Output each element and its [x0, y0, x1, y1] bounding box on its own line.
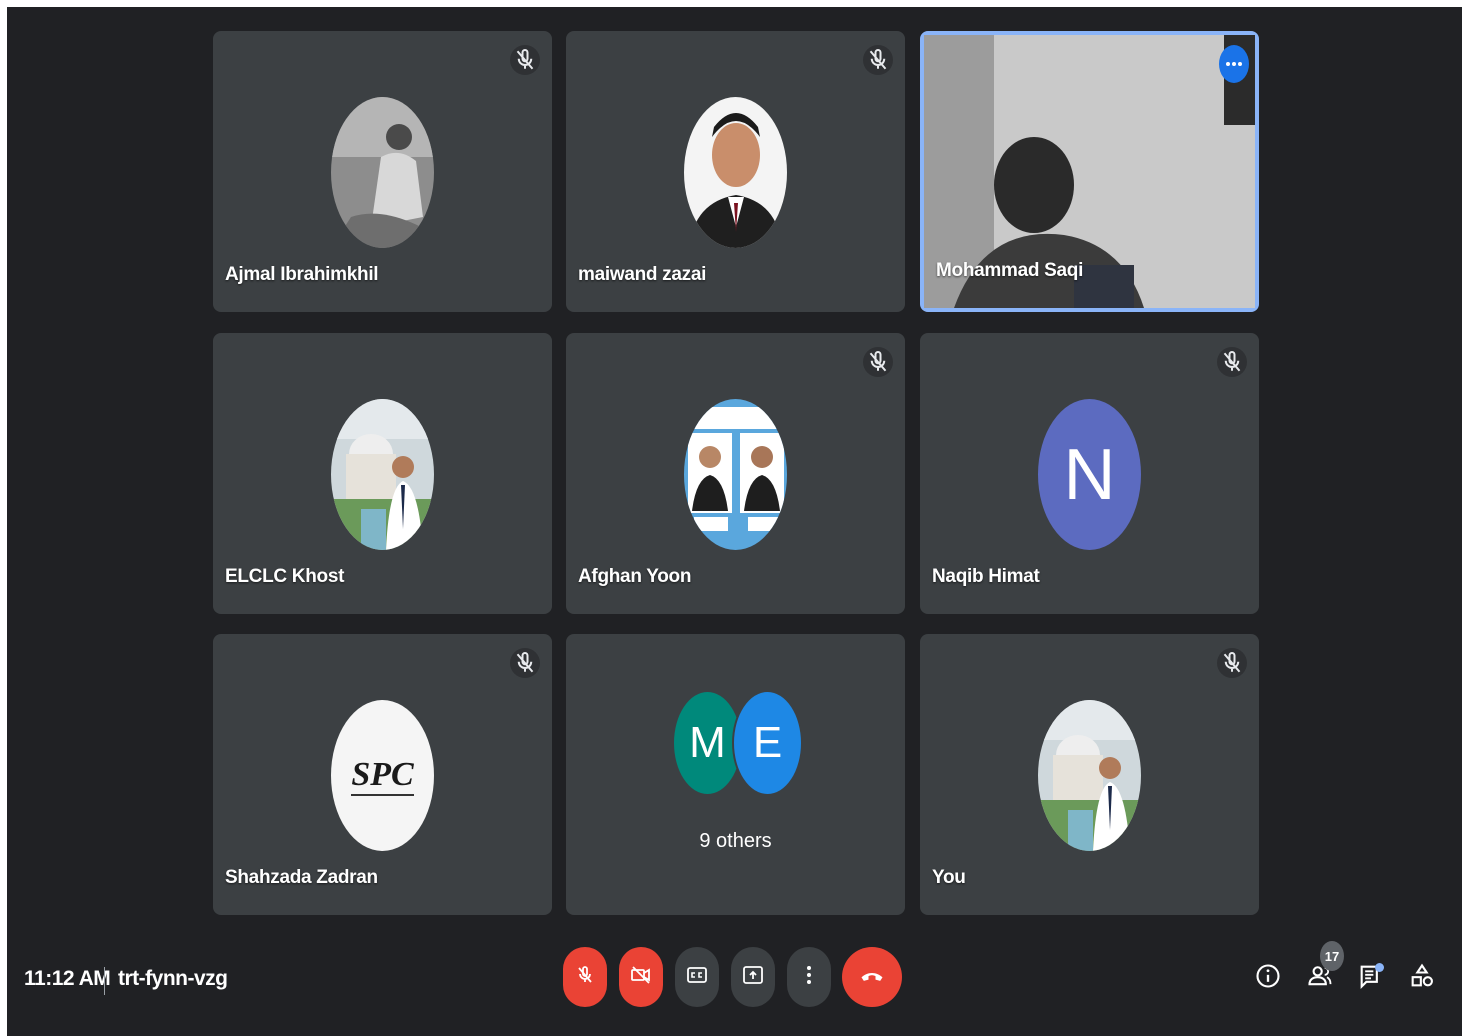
- more-options-button[interactable]: [787, 947, 831, 1007]
- others-tile[interactable]: M E 9 others: [566, 634, 905, 915]
- initial-avatar-m: M: [674, 692, 741, 794]
- camera-off-icon: [629, 963, 653, 992]
- activities-button[interactable]: [1405, 961, 1439, 995]
- participant-name: Ajmal Ibrahimkhil: [225, 264, 379, 285]
- meeting-details-button[interactable]: [1251, 961, 1285, 995]
- leave-call-button[interactable]: [842, 947, 902, 1007]
- meeting-code: trt-fynn-vzg: [118, 967, 228, 990]
- participant-name: Shahzada Zadran: [225, 867, 378, 888]
- participant-name: Mohammad Saqi: [936, 260, 1084, 281]
- mic-toggle-button[interactable]: [563, 947, 607, 1007]
- avatar: [1038, 700, 1141, 851]
- mic-off-icon: [1217, 648, 1247, 678]
- participant-tile[interactable]: N Naqib Himat: [920, 333, 1259, 614]
- mic-off-icon: [1217, 347, 1247, 377]
- participant-name: You: [932, 867, 966, 888]
- participant-name: maiwand zazai: [578, 264, 707, 285]
- others-count-label: 9 others: [699, 830, 772, 852]
- info-icon: [1254, 962, 1282, 995]
- mic-off-icon: [573, 963, 597, 992]
- participant-name: ELCLC Khost: [225, 566, 345, 587]
- meeting-controls-bar: 11:12 AM trt-fynn-vzg 17: [7, 941, 1462, 1007]
- participant-name: Afghan Yoon: [578, 566, 692, 587]
- camera-toggle-button[interactable]: [619, 947, 663, 1007]
- avatar: SPC: [331, 700, 434, 851]
- present-icon: [741, 963, 765, 992]
- mic-off-icon: [510, 45, 540, 75]
- avatar: [684, 399, 787, 550]
- participant-tile[interactable]: Ajmal Ibrahimkhil: [213, 31, 552, 312]
- mic-off-icon: [863, 45, 893, 75]
- initial-avatar: N: [1038, 399, 1141, 550]
- participant-tile[interactable]: SPC Shahzada Zadran: [213, 634, 552, 915]
- participant-tile-active-speaker[interactable]: Mohammad Saqi: [920, 31, 1259, 312]
- captions-button[interactable]: [675, 947, 719, 1007]
- meeting-stage: Ajmal Ibrahimkhil maiwand zazai Mohammad…: [7, 7, 1462, 1036]
- channel-logo: SPC: [351, 756, 414, 796]
- participant-count-badge: 17: [1320, 941, 1344, 971]
- divider: [104, 967, 105, 995]
- participant-tile[interactable]: maiwand zazai: [566, 31, 905, 312]
- avatar: [331, 399, 434, 550]
- more-options-button[interactable]: [1219, 45, 1249, 83]
- participant-tile-self[interactable]: You: [920, 634, 1259, 915]
- more-vert-icon: [797, 963, 821, 992]
- avatar: [331, 97, 434, 248]
- participant-tile[interactable]: Afghan Yoon: [566, 333, 905, 614]
- mic-off-icon: [510, 648, 540, 678]
- chat-notification-dot: [1375, 963, 1384, 972]
- participant-tile[interactable]: ELCLC Khost: [213, 333, 552, 614]
- call-end-icon: [858, 961, 886, 994]
- activities-icon: [1408, 962, 1436, 995]
- avatar: [684, 97, 787, 248]
- participant-name: Naqib Himat: [932, 566, 1040, 587]
- initial-avatar-e: E: [734, 692, 801, 794]
- captions-icon: [685, 963, 709, 992]
- mic-off-icon: [863, 347, 893, 377]
- meeting-time: 11:12 AM: [24, 967, 111, 990]
- present-now-button[interactable]: [731, 947, 775, 1007]
